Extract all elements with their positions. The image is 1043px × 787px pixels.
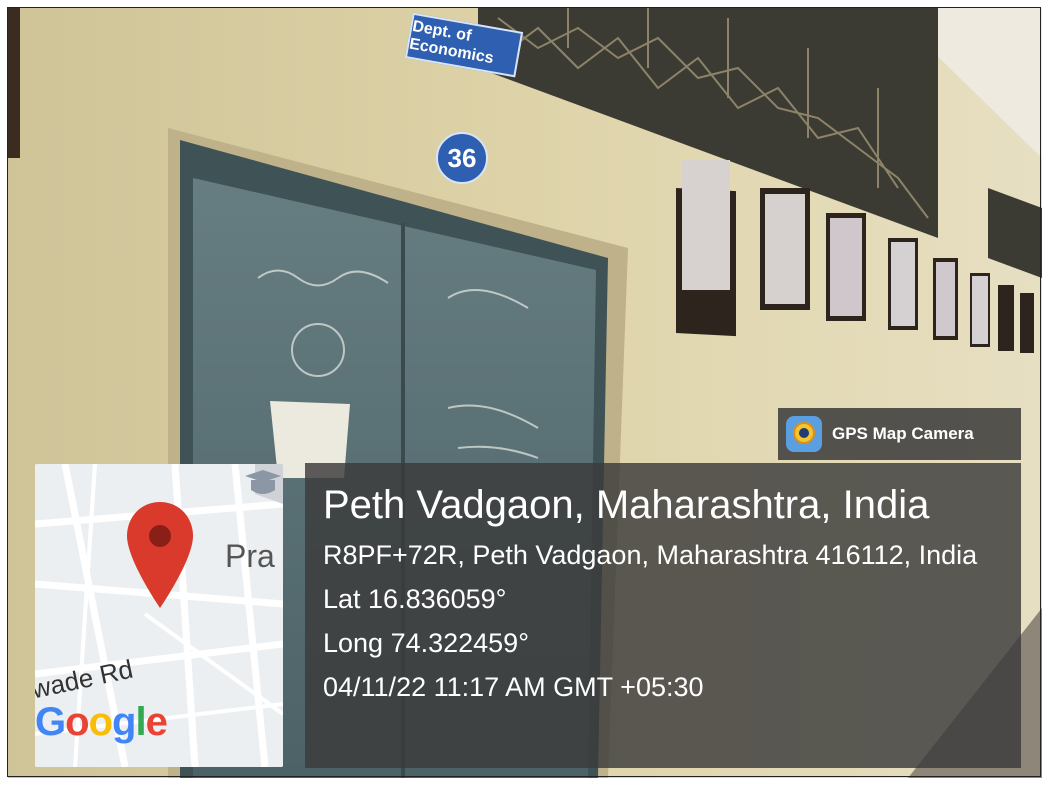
room-number-badge: 36: [436, 132, 488, 184]
latitude-text: Lat 16.836059°: [323, 584, 507, 614]
place-title: Peth Vadgaon, Maharashtra, India: [323, 483, 930, 527]
longitude-text: Long 74.322459°: [323, 628, 529, 658]
map-thumbnail: Pra wade Rd Google: [35, 464, 283, 767]
datetime-text: 04/11/22 11:17 AM GMT +05:30: [323, 672, 704, 702]
photo-frame: Dept. of Economics 36 GPS Map Camera Pra…: [8, 8, 1042, 778]
gps-map-camera-label: GPS Map Camera: [832, 424, 974, 443]
gps-map-camera-icon: [786, 416, 822, 452]
location-info-panel: Peth Vadgaon, Maharashtra, India R8PF+72…: [305, 463, 1021, 768]
gps-map-camera-badge: GPS Map Camera: [778, 408, 1021, 460]
google-logo: Google: [35, 700, 168, 744]
map-place-label: Pra: [225, 538, 275, 574]
address-text: R8PF+72R, Peth Vadgaon, Maharashtra 4161…: [323, 540, 978, 570]
